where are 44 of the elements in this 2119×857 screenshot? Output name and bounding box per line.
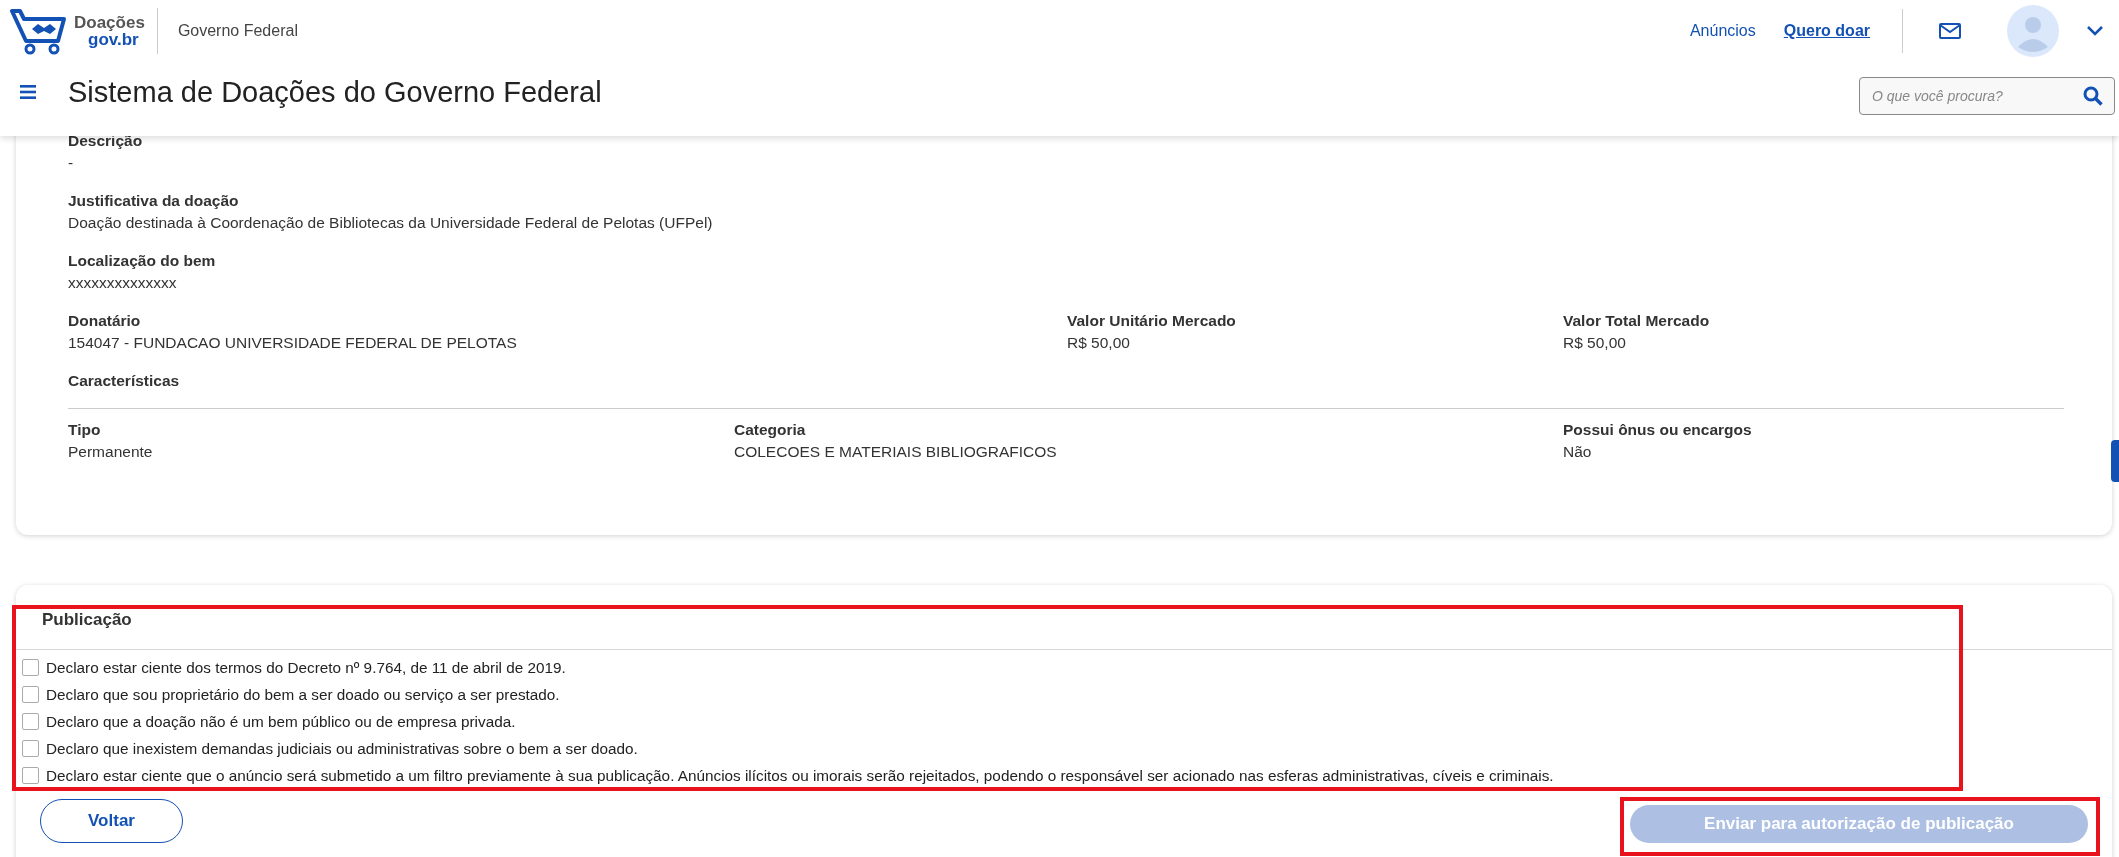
field-value: Permanente bbox=[68, 442, 154, 462]
page-title: Sistema de Doações do Governo Federal bbox=[68, 75, 602, 109]
search-icon[interactable] bbox=[2083, 86, 2103, 106]
field-value: Não bbox=[1563, 442, 1593, 462]
field-label: Valor Unitário Mercado bbox=[1067, 311, 1237, 331]
side-tab[interactable] bbox=[2111, 440, 2119, 482]
avatar-icon[interactable] bbox=[2007, 5, 2059, 57]
chevron-down-icon[interactable] bbox=[2087, 26, 2103, 36]
field-value: - bbox=[68, 153, 75, 173]
logo-text: gov.br bbox=[88, 31, 139, 48]
declaration-text: Declaro estar ciente dos termos do Decreto nº 9.764, de 11 de abril de 2019. bbox=[46, 658, 566, 677]
field-label: Descrição bbox=[68, 131, 144, 151]
field-label: Categoria bbox=[734, 420, 807, 440]
field-value: R$ 50,00 bbox=[1563, 333, 1627, 353]
field-value: COLECOES E MATERIAIS BIBLIOGRAFICOS bbox=[734, 442, 1058, 462]
field-value: Doação destinada à Coordenação de Bibliotecas da Universidade Federal de Pelotas (UFPel) bbox=[68, 213, 714, 233]
field-value: 154047 - FUNDACAO UNIVERSIDADE FEDERAL DE PELOTAS bbox=[68, 333, 518, 353]
mail-icon[interactable] bbox=[1939, 23, 1961, 39]
search-field[interactable]: O que você procura? bbox=[1859, 77, 2115, 115]
field-value: xxxxxxxxxxxxxx bbox=[68, 273, 178, 293]
logo-text: Doações bbox=[74, 14, 145, 31]
declaration-text: Declaro que inexistem demandas judiciais ou administrativas sobre o bem a ser doado. bbox=[46, 739, 638, 758]
declaration-text: Declaro que sou proprietário do bem a ser doado ou serviço a ser prestado. bbox=[46, 685, 560, 704]
section-title: Publicação bbox=[41, 609, 133, 631]
checkbox[interactable] bbox=[22, 767, 39, 784]
field-label: Justificativa da doação bbox=[68, 191, 240, 211]
declaration-text: Declaro que a doação não é um bem público ou de empresa privada. bbox=[46, 712, 516, 731]
nav-link[interactable]: Anúncios bbox=[1689, 22, 1756, 40]
menu-icon[interactable] bbox=[20, 85, 36, 99]
section-heading: Características bbox=[68, 371, 181, 391]
field-label: Donatário bbox=[68, 311, 142, 331]
field-label: Valor Total Mercado bbox=[1563, 311, 1711, 331]
checkbox[interactable] bbox=[22, 740, 39, 757]
field-label: Tipo bbox=[68, 420, 102, 440]
field-label: Possui ônus ou encargos bbox=[1563, 420, 1753, 440]
nav-link[interactable]: Quero doar bbox=[1783, 22, 1870, 40]
checkbox[interactable] bbox=[22, 659, 39, 676]
field-value: R$ 50,00 bbox=[1067, 333, 1131, 353]
declaration-text: Declaro estar ciente que o anúncio será submetido a um filtro previamente à sua publicação. Anúncios ilícitos ou imorais serão rejeitados, podendo o responsável ser acionado nas esferas administrativas, cíveis e criminais. bbox=[46, 766, 1554, 785]
checkbox[interactable] bbox=[22, 686, 39, 703]
org-name: Governo Federal bbox=[177, 22, 298, 40]
back-button[interactable]: Voltar bbox=[40, 799, 183, 843]
checkbox[interactable] bbox=[22, 713, 39, 730]
field-label: Localização do bem bbox=[68, 251, 217, 271]
